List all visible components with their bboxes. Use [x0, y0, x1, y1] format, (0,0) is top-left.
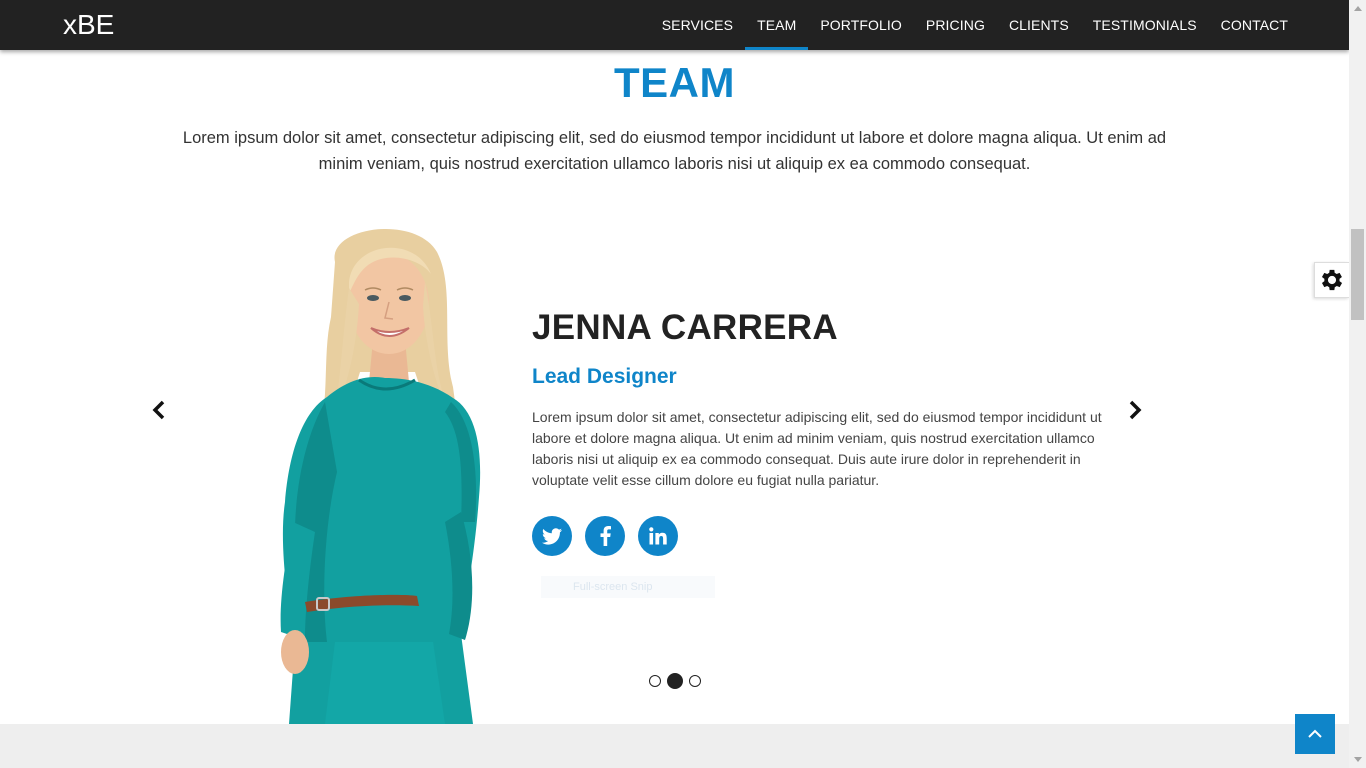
style-switcher-toggle[interactable] [1314, 262, 1349, 298]
nav-item-portfolio[interactable]: PORTFOLIO [808, 0, 914, 50]
snip-tooltip: Full-screen Snip [541, 576, 715, 598]
page-scrollbar[interactable] [1349, 0, 1366, 768]
facebook-icon [600, 526, 611, 546]
team-member-photo [280, 228, 481, 724]
facebook-link[interactable] [585, 516, 625, 556]
carousel-dot-3[interactable] [689, 675, 701, 687]
carousel-dot-2[interactable] [667, 673, 683, 689]
twitter-link[interactable] [532, 516, 572, 556]
section-intro: Lorem ipsum dolor sit amet, consectetur … [182, 129, 1167, 173]
twitter-icon [542, 527, 562, 545]
nav-item-testimonials[interactable]: TESTIMONIALS [1081, 0, 1209, 50]
nav-item-clients[interactable]: CLIENTS [997, 0, 1081, 50]
navbar: xBE SERVICES TEAM PORTFOLIO PRICING CLIE… [0, 0, 1349, 50]
carousel-dot-1[interactable] [649, 675, 661, 687]
carousel-indicators [649, 673, 707, 689]
brand-logo[interactable]: xBE [63, 6, 114, 44]
next-section-band [0, 724, 1349, 768]
member-role: Lead Designer [532, 365, 677, 388]
page: xBE SERVICES TEAM PORTFOLIO PRICING CLIE… [0, 0, 1349, 768]
nav-item-services[interactable]: SERVICES [650, 0, 745, 50]
linkedin-icon [649, 527, 667, 545]
member-name: JENNA CARRERA [532, 308, 838, 347]
browser-viewport: xBE SERVICES TEAM PORTFOLIO PRICING CLIE… [0, 0, 1366, 768]
nav-item-pricing[interactable]: PRICING [914, 0, 997, 50]
back-to-top-button[interactable] [1295, 714, 1335, 754]
section-title: TEAM [614, 59, 735, 106]
carousel-next-button[interactable] [1123, 398, 1147, 422]
main-nav: SERVICES TEAM PORTFOLIO PRICING CLIENTS … [650, 0, 1300, 50]
chevron-right-icon [1129, 400, 1142, 420]
social-links [532, 516, 691, 556]
gear-icon [1321, 269, 1343, 291]
triangle-up-icon [1353, 6, 1362, 11]
nav-item-contact[interactable]: CONTACT [1209, 0, 1300, 50]
nav-item-team[interactable]: TEAM [745, 0, 809, 50]
scrollbar-thumb[interactable] [1351, 229, 1364, 320]
carousel-prev-button[interactable] [147, 398, 171, 422]
scroll-up-arrow[interactable] [1349, 0, 1366, 17]
chevron-left-icon [152, 400, 165, 420]
triangle-down-icon [1353, 757, 1362, 762]
member-bio: Lorem ipsum dolor sit amet, consectetur … [532, 409, 1102, 488]
chevron-up-icon [1308, 729, 1322, 738]
scroll-down-arrow[interactable] [1349, 751, 1366, 768]
linkedin-link[interactable] [638, 516, 678, 556]
